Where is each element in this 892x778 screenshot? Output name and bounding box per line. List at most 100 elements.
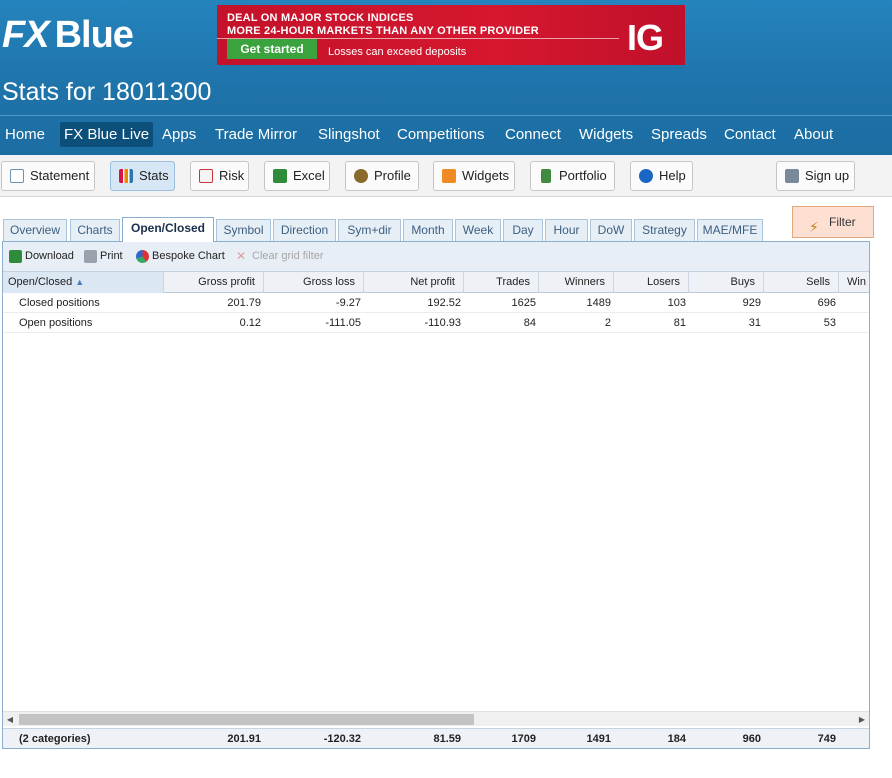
- grid-header: Open/Closed ▲ Gross profit Gross loss Net…: [3, 272, 869, 293]
- clear-grid-filter-label: Clear grid filter: [252, 250, 324, 262]
- table-cell: 1625: [511, 297, 536, 309]
- column-header-winners[interactable]: Winners: [539, 272, 614, 293]
- nav-competitions[interactable]: Competitions: [393, 122, 489, 147]
- tab-week[interactable]: Week: [455, 219, 501, 241]
- tab-hour[interactable]: Hour: [545, 219, 588, 241]
- totals-cell: 1491: [586, 733, 611, 745]
- table-cell: 201.79: [227, 297, 261, 309]
- nav-trade-mirror[interactable]: Trade Mirror: [211, 122, 301, 147]
- tab-sym-dir[interactable]: Sym+dir: [338, 219, 401, 241]
- widgets-button[interactable]: Widgets: [433, 161, 515, 191]
- nav-connect[interactable]: Connect: [501, 122, 565, 147]
- sort-ascending-icon: ▲: [75, 277, 85, 287]
- risk-label: Risk: [219, 168, 245, 183]
- table-cell: Open positions: [19, 317, 93, 329]
- risk-button[interactable]: Risk: [190, 161, 249, 191]
- tab-charts[interactable]: Charts: [70, 219, 120, 241]
- ad-risk-warning: Losses can exceed deposits: [328, 46, 467, 58]
- tab-overview[interactable]: Overview: [3, 219, 67, 241]
- totals-cell: 749: [817, 733, 836, 745]
- portfolio-button[interactable]: Portfolio: [530, 161, 615, 191]
- table-cell: -110.93: [424, 317, 462, 329]
- tab-open-closed[interactable]: Open/Closed: [122, 217, 214, 242]
- nav-contact[interactable]: Contact: [720, 122, 780, 147]
- nav-about[interactable]: About: [790, 122, 837, 147]
- totals-cell: 184: [667, 733, 686, 745]
- fxblue-logo[interactable]: FX Blue: [2, 14, 134, 57]
- logo-fx: FX: [2, 14, 50, 56]
- column-header-buys[interactable]: Buys: [689, 272, 764, 293]
- table-cell: 929: [742, 297, 761, 309]
- horizontal-scrollbar[interactable]: ◀ ▶: [3, 711, 869, 726]
- excel-icon: [273, 169, 287, 183]
- nav-fx-blue-live[interactable]: FX Blue Live: [60, 122, 154, 147]
- help-label: Help: [659, 168, 686, 183]
- tab-month[interactable]: Month: [403, 219, 453, 241]
- totals-cell: 960: [742, 733, 761, 745]
- table-cell: 1489: [586, 297, 611, 309]
- help-button[interactable]: Help: [630, 161, 693, 191]
- page-title: Stats for 18011300: [2, 78, 212, 106]
- excel-icon: [9, 250, 22, 263]
- tab-strategy[interactable]: Strategy: [634, 219, 695, 241]
- scroll-right-icon[interactable]: ▶: [855, 712, 869, 727]
- bespoke-chart-button[interactable]: Bespoke Chart: [136, 250, 225, 263]
- download-label: Download: [25, 250, 74, 262]
- table-cell: 84: [523, 317, 536, 329]
- statement-button[interactable]: Statement: [1, 161, 95, 191]
- print-button[interactable]: Print: [84, 250, 123, 263]
- column-header-open-closed[interactable]: Open/Closed ▲: [3, 272, 164, 293]
- tab-symbol[interactable]: Symbol: [216, 219, 271, 241]
- table-cell: 0.12: [239, 317, 261, 329]
- table-cell: 2: [604, 317, 611, 329]
- totals-cell: -120.32: [323, 733, 361, 745]
- stats-button[interactable]: Stats: [110, 161, 175, 191]
- pie-chart-icon: [136, 250, 149, 263]
- column-header-gross-loss[interactable]: Gross loss: [264, 272, 364, 293]
- tab-mae-mfe[interactable]: MAE/MFE: [697, 219, 763, 241]
- ad-headline-2: MORE 24-HOUR MARKETS THAN ANY OTHER PROV…: [227, 25, 539, 37]
- tab-day[interactable]: Day: [503, 219, 543, 241]
- scroll-left-icon[interactable]: ◀: [3, 712, 17, 727]
- nav-slingshot[interactable]: Slingshot: [314, 122, 384, 147]
- column-header-net-profit[interactable]: Net profit: [364, 272, 464, 293]
- column-header-win[interactable]: Win: [839, 272, 869, 293]
- signup-icon: [785, 169, 799, 183]
- profile-button[interactable]: Profile: [345, 161, 419, 191]
- filter-label: Filter: [829, 215, 856, 229]
- nav-widgets[interactable]: Widgets: [575, 122, 637, 147]
- column-header-sells[interactable]: Sells: [764, 272, 839, 293]
- widgets-label: Widgets: [462, 168, 509, 183]
- tab-dow[interactable]: DoW: [590, 219, 632, 241]
- excel-button[interactable]: Excel: [264, 161, 330, 191]
- nav-spreads[interactable]: Spreads: [647, 122, 711, 147]
- column-header-trades[interactable]: Trades: [464, 272, 539, 293]
- header-divider: [0, 115, 892, 116]
- profile-label: Profile: [374, 168, 411, 183]
- filter-button[interactable]: ⚡ Filter: [792, 206, 874, 238]
- table-row[interactable]: Open positions 0.12 -111.05 -110.93 84 2…: [3, 313, 869, 333]
- main-nav: Home FX Blue Live Apps Trade Mirror Slin…: [0, 119, 892, 151]
- stats-label: Stats: [139, 168, 169, 183]
- tab-direction[interactable]: Direction: [273, 219, 336, 241]
- ad-banner[interactable]: DEAL ON MAJOR STOCK INDICES MORE 24-HOUR…: [217, 5, 685, 65]
- download-button[interactable]: Download: [9, 250, 74, 263]
- column-header-losers[interactable]: Losers: [614, 272, 689, 293]
- totals-row: (2 categories) 201.91 -120.32 81.59 1709…: [3, 728, 869, 748]
- column-header-gross-profit[interactable]: Gross profit: [164, 272, 264, 293]
- table-row[interactable]: Closed positions 201.79 -9.27 192.52 162…: [3, 293, 869, 313]
- clear-grid-filter-button[interactable]: ✕ Clear grid filter: [236, 250, 324, 263]
- scrollbar-thumb[interactable]: [19, 714, 474, 725]
- nav-apps[interactable]: Apps: [158, 122, 200, 147]
- statement-icon: [10, 169, 24, 183]
- totals-cell: 1709: [511, 733, 536, 745]
- ad-get-started-button[interactable]: Get started: [227, 39, 317, 59]
- table-cell: 81: [673, 317, 686, 329]
- table-cell: -111.05: [325, 317, 361, 329]
- totals-cell: 81.59: [433, 733, 461, 745]
- table-cell: 696: [817, 297, 836, 309]
- signup-button[interactable]: Sign up: [776, 161, 855, 191]
- portfolio-label: Portfolio: [559, 168, 607, 183]
- table-cell: -9.27: [335, 297, 361, 309]
- nav-home[interactable]: Home: [1, 122, 49, 147]
